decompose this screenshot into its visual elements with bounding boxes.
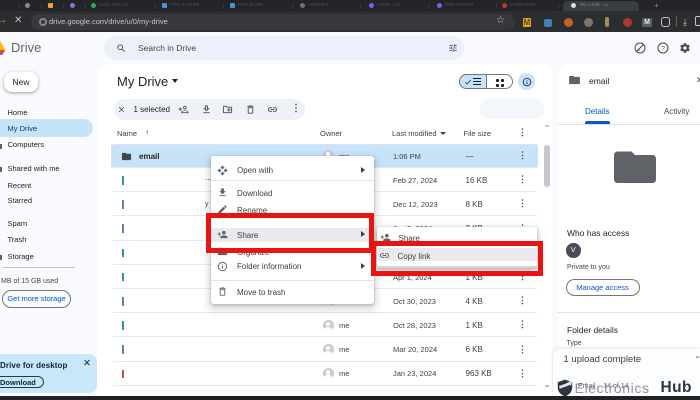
- svg-text:?: ?: [661, 46, 665, 53]
